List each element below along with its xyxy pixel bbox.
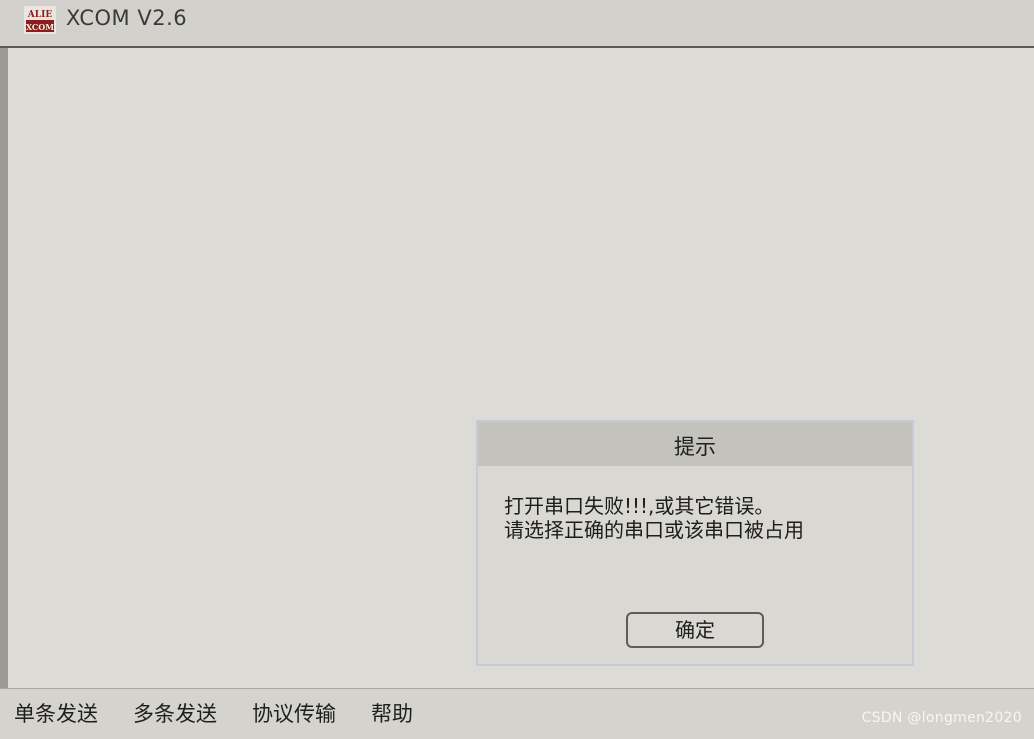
xcom-logo-icon: ALIE XCOM [24, 6, 56, 34]
bottom-tab-bar: 单条发送 多条发送 协议传输 帮助 CSDN @longmen2020 [0, 688, 1034, 739]
tab-help[interactable]: 帮助 [371, 698, 413, 728]
tab-single-send[interactable]: 单条发送 [14, 698, 98, 728]
logo-text-bottom: XCOM [26, 22, 54, 32]
dialog-title: 提示 [674, 435, 716, 459]
dialog-message-line-1: 打开串口失败!!!,或其它错误。 [504, 494, 775, 518]
dialog-message-line-2: 请选择正确的串口或该串口被占用 [504, 518, 804, 542]
window-title-bar: ALIE XCOM XCOM V2.6 [0, 0, 1034, 48]
tab-protocol-transfer[interactable]: 协议传输 [252, 698, 336, 728]
window-title: XCOM V2.6 [66, 6, 188, 30]
ok-button[interactable]: 确定 [626, 612, 764, 648]
left-edge-strip [0, 48, 8, 688]
logo-text-top: ALIE [27, 10, 53, 20]
tab-multi-send[interactable]: 多条发送 [133, 698, 217, 728]
dialog-header: 提示 [478, 422, 912, 466]
watermark-text: CSDN @longmen2020 [861, 710, 1022, 726]
alert-dialog: 提示 打开串口失败!!!,或其它错误。 请选择正确的串口或该串口被占用 确定 [476, 420, 914, 666]
dialog-message: 打开串口失败!!!,或其它错误。 请选择正确的串口或该串口被占用 [504, 494, 804, 542]
